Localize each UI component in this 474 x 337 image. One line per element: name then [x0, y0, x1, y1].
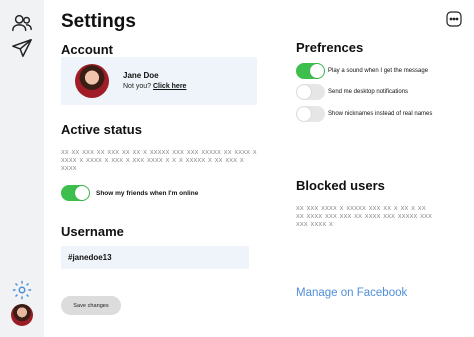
preferences-heading: Prefrences	[296, 40, 364, 55]
not-you-label: Not you?	[123, 83, 152, 90]
placeholder-line: XXX XXXX X	[296, 222, 333, 228]
paper-plane-icon[interactable]	[11, 37, 33, 59]
sound-toggle[interactable]	[296, 63, 325, 79]
nicknames-label: Show nicknames instead of real names	[328, 111, 433, 117]
active-status-description: XX XX XXX XX XXX XX XX X XXXXX XXX XXX X…	[61, 149, 261, 173]
online-status-toggle[interactable]	[61, 185, 90, 201]
users-icon[interactable]	[11, 12, 33, 34]
save-button[interactable]: Save changes	[61, 296, 121, 315]
manage-on-facebook-link[interactable]: Manage on Facebook	[296, 287, 407, 299]
gear-icon[interactable]	[11, 279, 33, 301]
nicknames-toggle[interactable]	[296, 106, 325, 122]
account-name: Jane Doe	[123, 71, 159, 80]
blocked-users-list: XX XXX XXXX X XXXXX XXX XX X XX X XX XX …	[296, 205, 456, 229]
username-heading: Username	[61, 224, 124, 239]
toggle-knob	[310, 64, 324, 78]
blocked-users-heading: Blocked users	[296, 178, 385, 193]
account-heading: Account	[61, 42, 113, 57]
avatar[interactable]	[11, 304, 33, 326]
username-value: #janedoe13	[68, 253, 112, 262]
account-switch-text: Not you? Click here	[123, 83, 186, 90]
online-status-label: Show my friends when I'm online	[96, 190, 199, 197]
account-card: Jane Doe Not you? Click here	[61, 57, 257, 105]
toggle-knob	[297, 107, 311, 121]
placeholder-line: XXXX X XXXX X XXX X XXX XXXX X X X XXXXX…	[61, 158, 244, 172]
sound-toggle-label: Play a sound when I get the message	[328, 68, 429, 74]
desktop-notifications-label: Send me desktop notifications	[328, 89, 409, 95]
placeholder-line: XX XXX XXXX X XXXXX XXX XX X XX X XX	[296, 206, 426, 212]
page-title: Settings	[61, 11, 136, 32]
click-here-link[interactable]: Click here	[153, 83, 186, 90]
account-avatar	[75, 64, 109, 98]
placeholder-line: XX XX XXX XX XXX XX XX X XXXXX XXX XXX X…	[61, 150, 257, 156]
username-field[interactable]: #janedoe13	[61, 246, 249, 269]
placeholder-line: XX XXXX XXX XXX XX XXXX XXX XXXXX XXX	[296, 214, 433, 220]
more-options-icon[interactable]	[446, 11, 462, 27]
desktop-notifications-toggle[interactable]	[296, 84, 325, 100]
toggle-knob	[297, 85, 311, 99]
left-rail	[0, 0, 44, 337]
toggle-knob	[75, 186, 89, 200]
active-status-heading: Active status	[61, 122, 142, 137]
